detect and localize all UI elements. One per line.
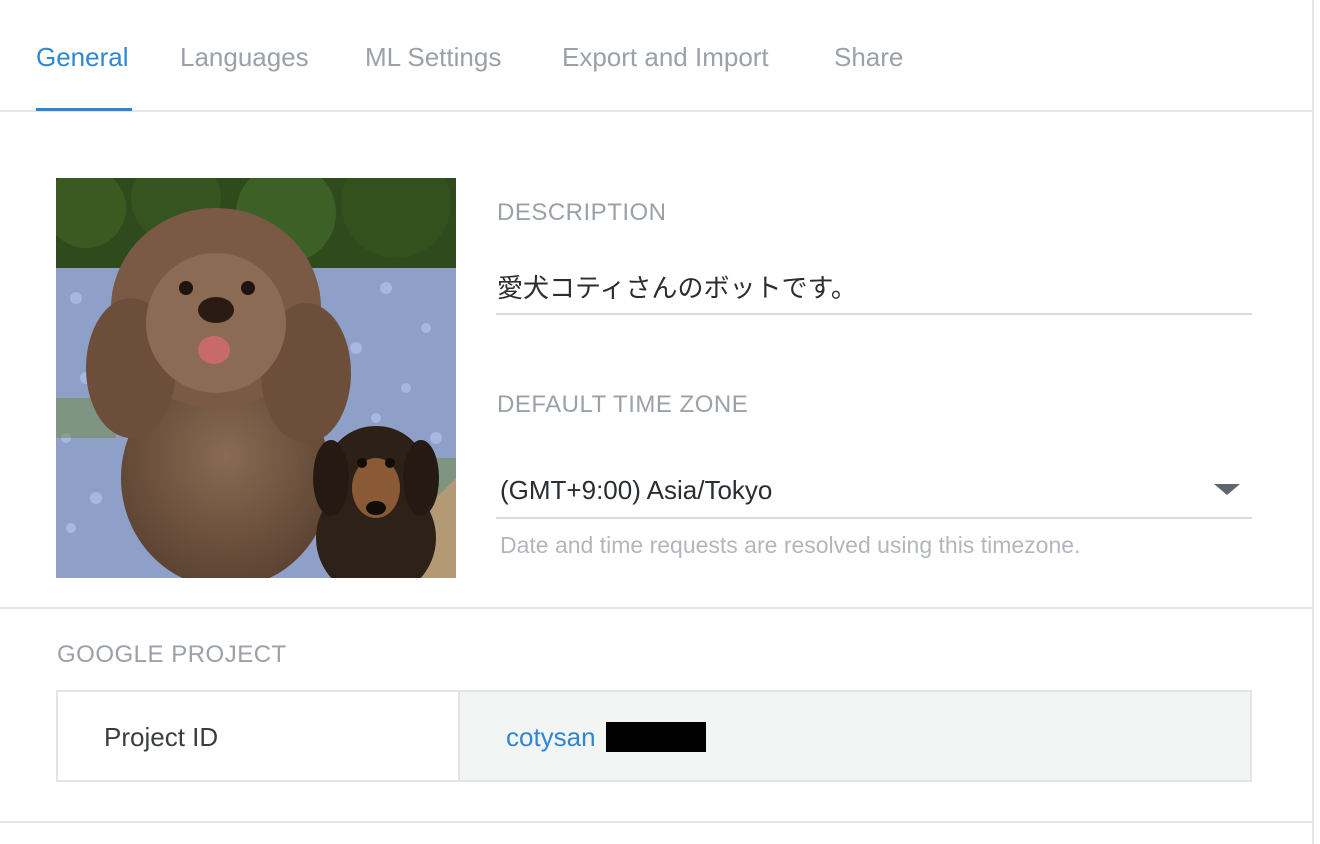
time-zone-select[interactable]: (GMT+9:00) Asia/Tokyo [500,475,772,506]
section-divider [0,607,1312,609]
google-project-table: Project ID cotysan [56,690,1252,782]
default-time-zone-label: DEFAULT TIME ZONE [497,391,749,418]
chevron-down-icon[interactable] [1214,484,1240,495]
settings-tab-bar: General Languages ML Settings Export and… [0,0,1312,112]
project-id-value-cell: cotysan [460,692,1250,780]
bottom-divider [0,821,1312,823]
description-underline [496,313,1252,315]
tab-ml-settings[interactable]: ML Settings [365,42,501,73]
tab-export-and-import[interactable]: Export and Import [562,42,769,73]
time-zone-underline [496,517,1252,519]
google-project-label: GOOGLE PROJECT [57,641,287,668]
project-id-link[interactable]: cotysan [506,722,596,753]
active-tab-indicator [36,108,132,111]
project-id-key-cell: Project ID [58,692,460,780]
description-label: DESCRIPTION [497,199,667,226]
agent-settings-page: General Languages ML Settings Export and… [0,0,1314,844]
dogs-photo [56,178,456,578]
description-input[interactable]: 愛犬コティさんのボットです。 [497,268,857,305]
time-zone-hint: Date and time requests are resolved usin… [500,532,1081,558]
agent-avatar-image[interactable] [56,178,456,578]
tab-general[interactable]: General [36,42,129,73]
project-id-key: Project ID [104,722,219,752]
tab-languages[interactable]: Languages [180,42,309,73]
redaction-box [606,722,706,752]
tab-share[interactable]: Share [834,42,903,73]
